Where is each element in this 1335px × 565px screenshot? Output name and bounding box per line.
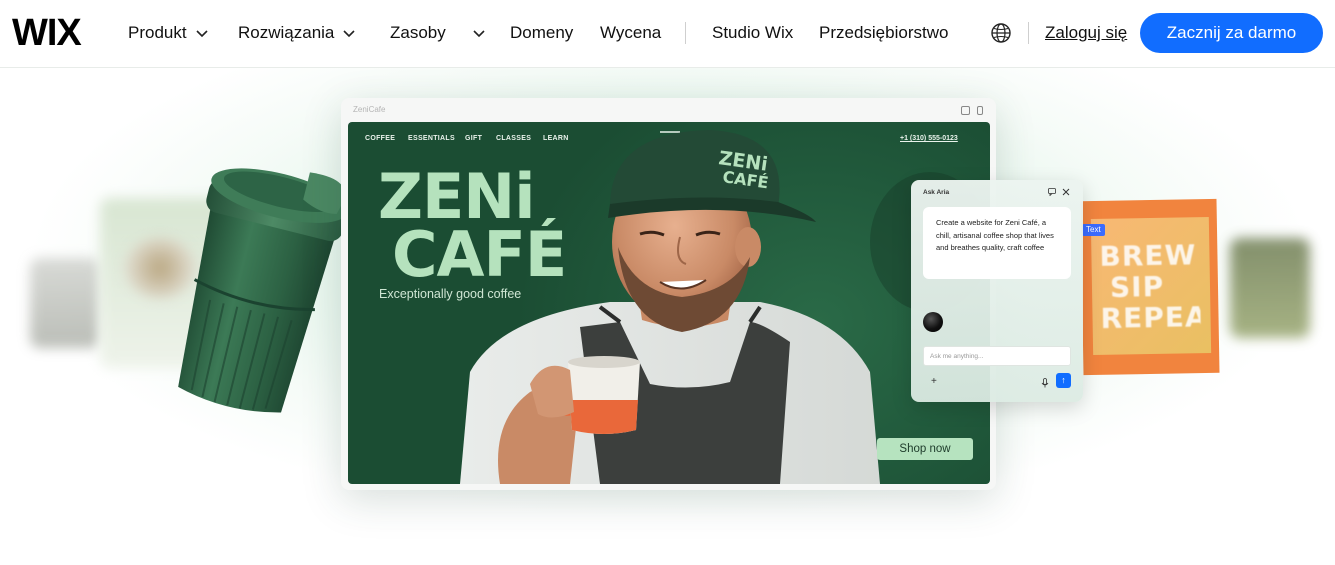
- chevron-down-icon: [196, 30, 208, 38]
- desktop-icon[interactable]: [961, 106, 970, 115]
- brew-line-3: REPEAT: [1100, 301, 1201, 334]
- blurred-preview-card: [1230, 238, 1310, 338]
- nav-przedsiebiorstwo[interactable]: Przedsiębiorstwo: [819, 22, 948, 44]
- nav-studio-wix[interactable]: Studio Wix: [712, 22, 793, 44]
- brew-line-2: SIP: [1109, 269, 1165, 304]
- wix-logo[interactable]: WIX: [12, 14, 82, 52]
- nav-domeny[interactable]: Domeny: [510, 22, 573, 44]
- zeni-cafe-site-preview: COFFEE ESSENTIALS GIFT CLASSES LEARN +1 …: [348, 122, 990, 484]
- login-link[interactable]: Zaloguj się: [1045, 22, 1127, 44]
- mobile-icon[interactable]: [977, 106, 983, 115]
- nav-label: Przedsiębiorstwo: [819, 23, 949, 42]
- nav-wycena[interactable]: Wycena: [600, 22, 661, 44]
- add-attachment-icon[interactable]: +: [931, 377, 937, 387]
- chevron-down-icon: [473, 30, 485, 38]
- text-element-tag: Text: [1082, 224, 1105, 236]
- nav-label: Produkt: [128, 23, 187, 42]
- nav-divider: [685, 22, 686, 44]
- top-navigation-bar: WIX Produkt Rozwiązania Zasoby Domeny Wy…: [0, 0, 1335, 68]
- close-icon[interactable]: [1062, 188, 1070, 196]
- globe-icon[interactable]: [990, 22, 1012, 44]
- nav-produkt[interactable]: Produkt: [128, 22, 209, 44]
- brew-line-1: BREW: [1099, 238, 1197, 273]
- browser-url: ZeniCafe: [353, 105, 386, 114]
- hero-section: BREW SIP REPEAT Text ZeniCafe COFFEE ESS…: [0, 68, 1335, 565]
- nav-label: Rozwiązania: [238, 23, 335, 42]
- aria-avatar: [923, 312, 943, 332]
- nav-label: Zasoby: [390, 23, 446, 42]
- site-tagline: Exceptionally good coffee: [379, 287, 522, 301]
- aria-prompt-message: Create a website for Zeni Café, a chill,…: [923, 207, 1071, 279]
- microphone-icon[interactable]: [1041, 378, 1049, 388]
- ask-aria-panel: Ask Aria Create a website for Zeni Café,…: [911, 180, 1083, 402]
- browser-toolbar: ZeniCafe: [341, 98, 996, 122]
- nav-label: Wycena: [600, 23, 662, 42]
- nav-rozwiazania[interactable]: Rozwiązania: [238, 22, 356, 44]
- zeni-cafe-logo: ZENi CAFÉ: [378, 166, 567, 291]
- site-nav-coffee[interactable]: COFFEE: [365, 135, 395, 142]
- brew-card-text: BREW SIP REPEAT: [1099, 238, 1201, 334]
- start-free-button[interactable]: Zacznij za darmo: [1140, 13, 1323, 53]
- nav-label: Domeny: [510, 23, 574, 42]
- brand-line-2: CAFÉ: [392, 218, 567, 291]
- aria-title: Ask Aria: [923, 189, 950, 196]
- site-nav-essentials[interactable]: ESSENTIALS: [408, 135, 455, 142]
- aria-ask-input[interactable]: Ask me anything...: [923, 346, 1071, 366]
- coffee-tumbler-image: [178, 168, 348, 413]
- nav-label: Studio Wix: [712, 23, 794, 42]
- nav-zasoby[interactable]: Zasoby: [390, 22, 486, 44]
- send-button[interactable]: ↑: [1056, 373, 1071, 388]
- chevron-down-icon: [343, 30, 355, 38]
- blurred-preview-card: [30, 258, 100, 348]
- shop-now-button[interactable]: Shop now: [877, 438, 973, 460]
- nav-divider: [1028, 22, 1029, 44]
- browser-mockup: ZeniCafe COFFEE ESSENTIALS GIFT CLASSES …: [341, 98, 996, 490]
- chat-bubble-icon[interactable]: [1048, 188, 1056, 196]
